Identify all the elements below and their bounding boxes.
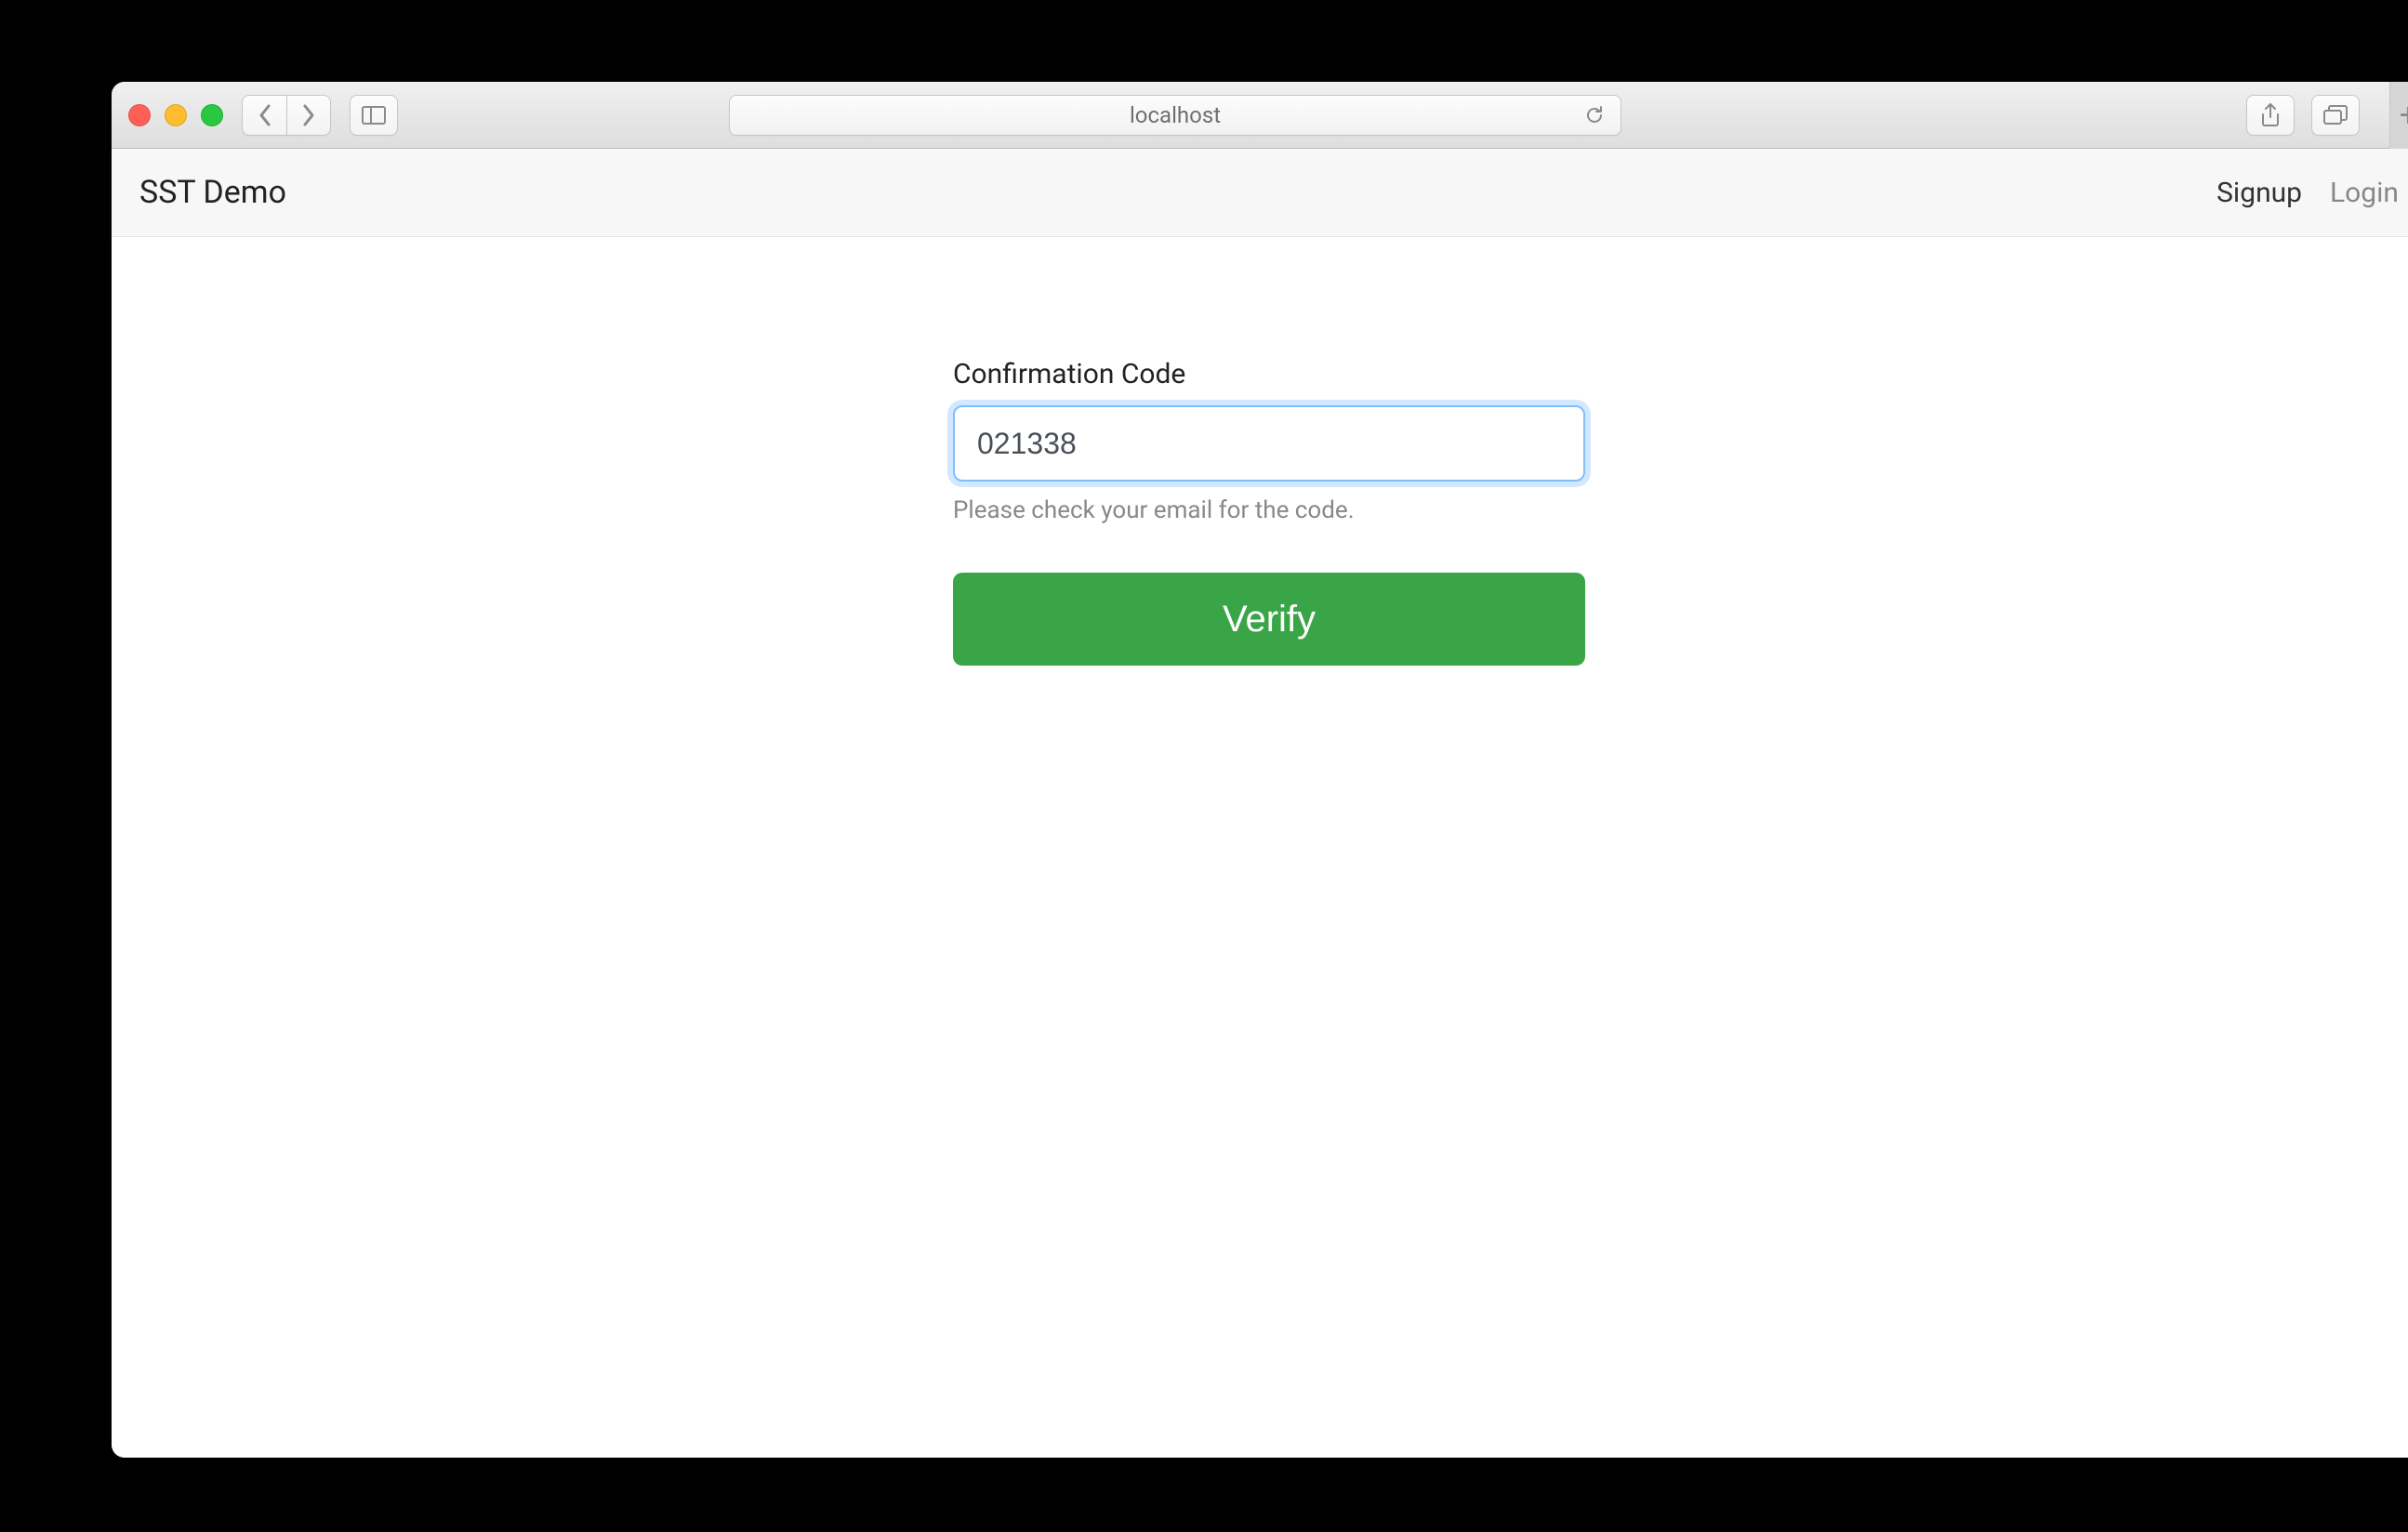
forward-button[interactable] <box>286 95 331 136</box>
confirmation-code-input[interactable] <box>953 405 1585 482</box>
reload-button[interactable] <box>1583 104 1606 126</box>
right-tools: + <box>2246 82 2408 149</box>
confirmation-form: Confirmation Code Please check your emai… <box>953 358 1585 666</box>
verify-button[interactable]: Verify <box>953 573 1585 666</box>
url-bar[interactable]: localhost <box>729 95 1621 136</box>
new-tab-button[interactable]: + <box>2389 82 2408 149</box>
sidebar-toggle-button[interactable] <box>350 95 398 136</box>
sidebar-icon <box>362 106 386 125</box>
help-text: Please check your email for the code. <box>953 496 1585 524</box>
maximize-window-icon[interactable] <box>201 104 223 126</box>
chevron-right-icon <box>301 104 316 126</box>
nav-links: Signup Login <box>2216 177 2399 209</box>
tabs-icon <box>2323 105 2348 125</box>
browser-title-bar: localhost + <box>112 82 2408 149</box>
chevron-left-icon <box>258 104 272 126</box>
url-text: localhost <box>1130 102 1221 128</box>
close-window-icon[interactable] <box>128 104 151 126</box>
share-icon <box>2260 103 2281 127</box>
app-header: SST Demo Signup Login <box>112 149 2408 237</box>
minimize-window-icon[interactable] <box>165 104 187 126</box>
safari-window: localhost + SST Demo Signup Login Confir… <box>112 82 2408 1458</box>
page-content: Confirmation Code Please check your emai… <box>112 237 2408 1458</box>
reload-icon <box>1583 104 1606 126</box>
share-button[interactable] <box>2246 95 2295 136</box>
tabs-button[interactable] <box>2311 95 2360 136</box>
brand-title[interactable]: SST Demo <box>139 174 286 211</box>
window-controls <box>128 104 223 126</box>
nav-back-forward <box>242 95 331 136</box>
signup-link[interactable]: Signup <box>2216 177 2302 209</box>
login-link[interactable]: Login <box>2330 177 2399 209</box>
back-button[interactable] <box>242 95 286 136</box>
confirmation-code-label: Confirmation Code <box>953 358 1585 390</box>
plus-icon: + <box>2400 97 2408 134</box>
